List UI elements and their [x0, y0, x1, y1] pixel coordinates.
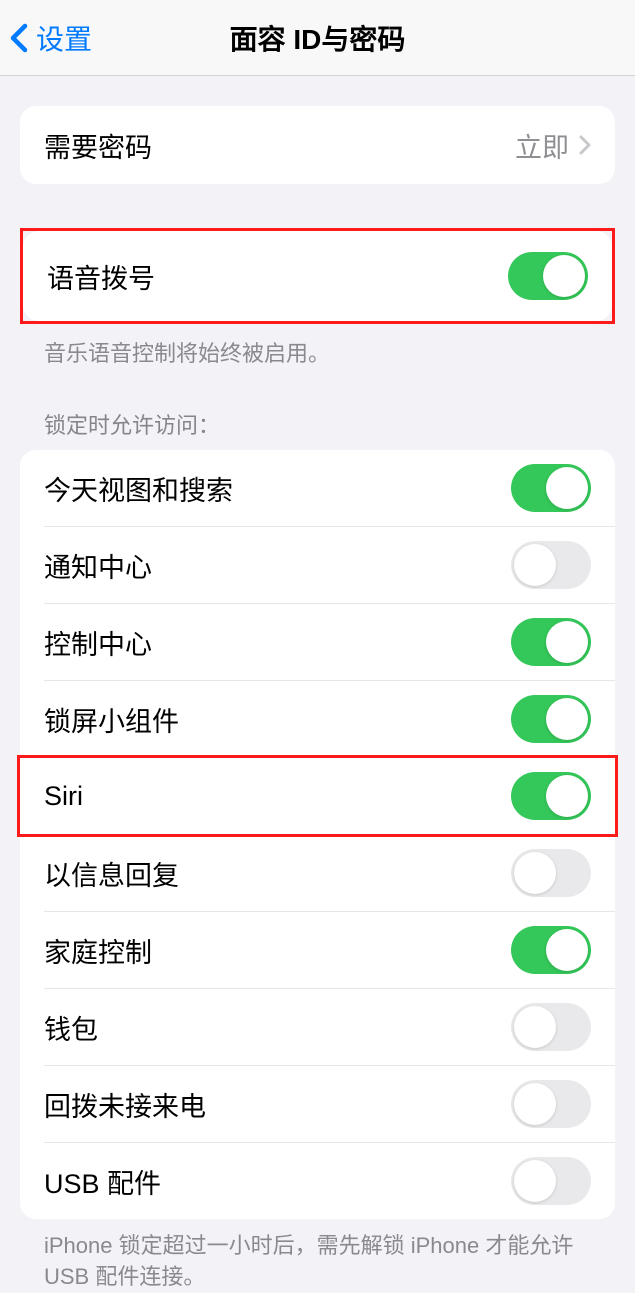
require-passcode-label: 需要密码	[44, 126, 152, 165]
lock-access-label: 钱包	[44, 1008, 98, 1047]
lock-access-row: 锁屏小组件	[20, 681, 615, 757]
lock-access-row: 控制中心	[20, 604, 615, 680]
lock-access-label: 以信息回复	[44, 854, 179, 893]
lock-access-row: 通知中心	[20, 527, 615, 603]
voice-dial-group: 语音拨号	[23, 231, 612, 321]
lock-access-label: 回拨未接来电	[44, 1085, 206, 1124]
lock-access-toggle[interactable]	[511, 541, 591, 589]
lock-access-toggle[interactable]	[511, 849, 591, 897]
nav-header: 设置 面容 ID与密码	[0, 0, 635, 76]
page-title: 面容 ID与密码	[230, 18, 406, 58]
lock-access-row: 钱包	[20, 989, 615, 1065]
lock-access-toggle[interactable]	[511, 1157, 591, 1205]
back-button[interactable]: 设置	[10, 18, 92, 58]
lock-access-toggle[interactable]	[511, 772, 591, 820]
lock-access-toggle[interactable]	[511, 695, 591, 743]
lock-access-toggle[interactable]	[511, 926, 591, 974]
lock-access-toggle[interactable]	[511, 1003, 591, 1051]
lock-access-row: 今天视图和搜索	[20, 450, 615, 526]
require-passcode-group: 需要密码 立即	[20, 106, 615, 184]
lock-access-label: USB 配件	[44, 1162, 161, 1201]
lock-access-row: 家庭控制	[20, 912, 615, 988]
lock-access-label: 今天视图和搜索	[44, 469, 233, 508]
chevron-left-icon	[10, 23, 28, 53]
lock-access-label: 通知中心	[44, 546, 152, 585]
voice-dial-label: 语音拨号	[47, 257, 155, 296]
lock-access-label: 家庭控制	[44, 931, 152, 970]
lock-access-footer: iPhone 锁定超过一小时后，需先解锁 iPhone 才能允许USB 配件连接…	[20, 1219, 615, 1293]
voice-dial-toggle[interactable]	[508, 252, 588, 300]
voice-dial-row: 语音拨号	[23, 231, 612, 321]
lock-access-label: Siri	[44, 781, 83, 812]
lock-access-group: 今天视图和搜索通知中心控制中心锁屏小组件 Siri 以信息回复家庭控制钱包回拨未接来…	[20, 450, 615, 1219]
lock-access-row: Siri	[20, 758, 615, 834]
lock-access-row: USB 配件	[20, 1143, 615, 1219]
lock-access-label: 锁屏小组件	[44, 700, 179, 739]
require-passcode-value: 立即	[515, 126, 569, 165]
lock-access-toggle[interactable]	[511, 1080, 591, 1128]
voice-dial-footer: 音乐语音控制将始终被启用。	[20, 324, 615, 368]
require-passcode-row[interactable]: 需要密码 立即	[20, 106, 615, 184]
lock-access-row: 以信息回复	[20, 835, 615, 911]
back-label: 设置	[36, 18, 92, 58]
lock-access-toggle[interactable]	[511, 618, 591, 666]
lock-access-row: 回拨未接来电	[20, 1066, 615, 1142]
voice-dial-highlight: 语音拨号	[20, 228, 615, 324]
chevron-right-icon	[579, 135, 591, 155]
lock-access-label: 控制中心	[44, 623, 152, 662]
lock-access-toggle[interactable]	[511, 464, 591, 512]
lock-access-header: 锁定时允许访问：	[20, 368, 615, 450]
